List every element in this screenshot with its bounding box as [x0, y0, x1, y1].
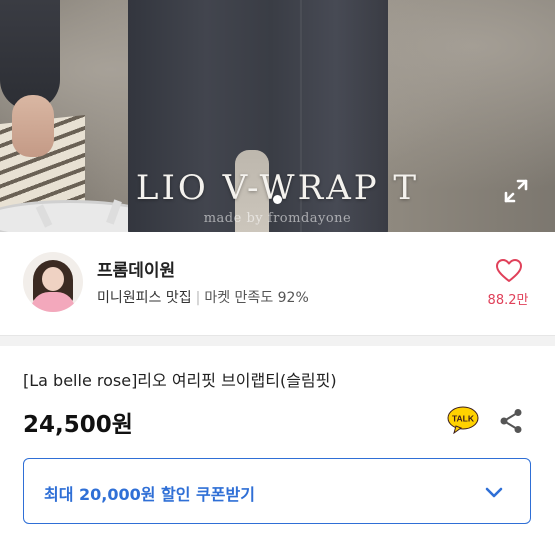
section-divider — [0, 336, 555, 346]
market-satisfaction: 마켓 만족도 92% — [204, 290, 309, 306]
expand-icon[interactable] — [503, 178, 529, 204]
kakaotalk-icon[interactable]: TALK — [447, 406, 479, 435]
share-icon[interactable] — [499, 408, 523, 434]
hero-model-hand — [12, 95, 54, 157]
shop-name[interactable]: 프롬데이원 — [97, 256, 175, 281]
shop-tagline: 미니원피스 맛집 — [97, 290, 192, 306]
coupon-label: 최대 20,000원 할인 쿠폰받기 — [44, 485, 255, 504]
shop-info-row[interactable]: 프롬데이원 미니원피스 맛집 | 마켓 만족도 92% 88.2만 — [0, 232, 555, 336]
shop-subtitle: 미니원피스 맛집 | 마켓 만족도 92% — [97, 287, 309, 307]
heart-icon[interactable] — [496, 259, 522, 283]
hero-model-arm — [0, 0, 60, 110]
product-title: [La belle rose]리오 여리핏 브이랩티(슬림핏) — [23, 371, 337, 390]
carousel-indicator[interactable] — [273, 195, 282, 204]
hero-credit: made by fromdayone — [203, 211, 352, 226]
product-hero-image[interactable]: LIO V-WRAP T made by fromdayone — [0, 0, 555, 232]
separator: | — [195, 290, 201, 306]
chevron-down-icon[interactable] — [483, 481, 505, 503]
product-price: 24,500원 — [23, 412, 133, 438]
coupon-button[interactable]: 최대 20,000원 할인 쿠폰받기 — [23, 458, 531, 524]
kakaotalk-label: TALK — [452, 414, 475, 424]
like-count: 88.2만 — [487, 293, 529, 308]
shop-avatar[interactable] — [23, 252, 83, 312]
